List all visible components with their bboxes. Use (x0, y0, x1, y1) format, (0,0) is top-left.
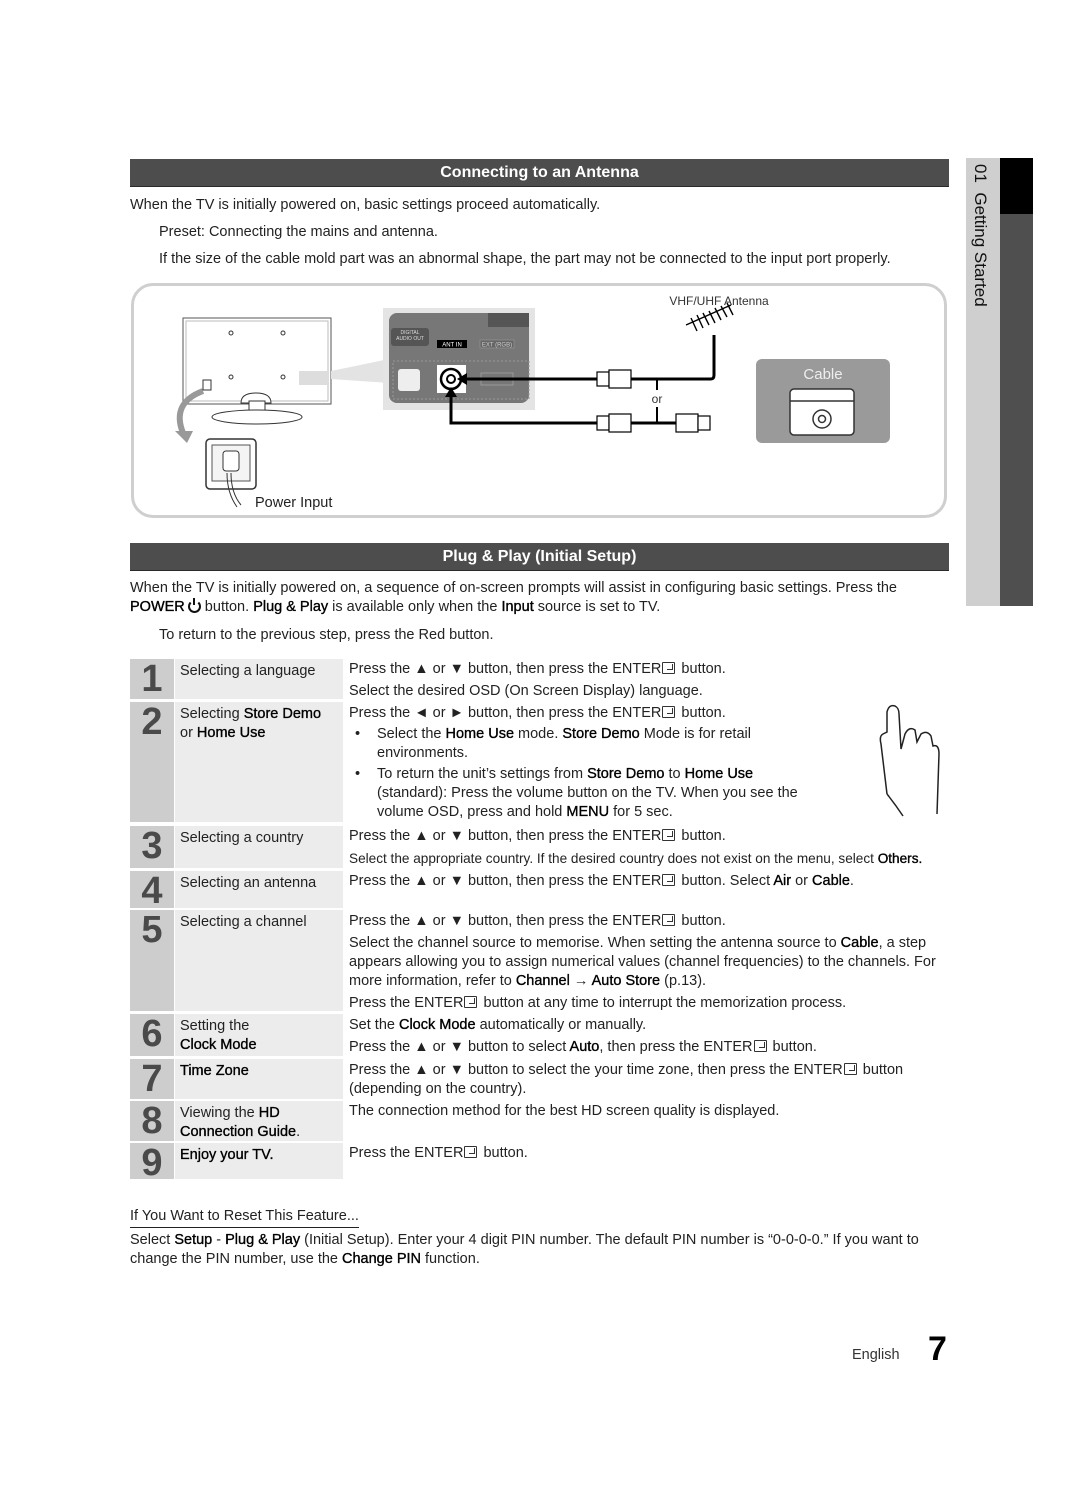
chapter-tab-dark (1000, 158, 1033, 606)
antenna-note-preset: Preset: Connecting the mains and antenna… (159, 224, 438, 240)
step-row-9: 9 Enjoy your TV. Press the ENTER button. (130, 1143, 950, 1183)
step-label: Selecting a country (175, 826, 343, 868)
step-number: 6 (130, 1014, 174, 1056)
step-description: Set the Clock Mode automatically or manu… (349, 1017, 817, 1055)
enter-icon (464, 1146, 478, 1158)
hand-pointer-icon (879, 704, 940, 817)
step-number: 8 (130, 1101, 174, 1141)
step-row-1: 1 Selecting a language Press the ▲ or ▼ … (130, 659, 950, 699)
enter-icon (753, 1040, 767, 1052)
section-heading-plug-play: Plug & Play (Initial Setup) (130, 543, 949, 571)
enter-icon (662, 829, 676, 841)
enter-icon (662, 706, 676, 718)
step-label: Selecting Store Demo or Home Use (175, 702, 343, 822)
footer-language: English (852, 1347, 900, 1363)
step-description: Press the ENTER button. (349, 1145, 528, 1161)
reset-heading: If You Want to Reset This Feature... (130, 1207, 359, 1228)
step-number: 4 (130, 871, 174, 911)
port-panel-illustration: DIGITAL AUDIO OUT ANT IN EXT (RGB) (383, 308, 535, 410)
step-label: Selecting a channel (175, 910, 343, 1011)
enter-icon (464, 996, 478, 1008)
section-heading-antenna: Connecting to an Antenna (130, 159, 949, 187)
plug-play-intro-line1: When the TV is initially powered on, a s… (130, 580, 897, 596)
step-label: Setting the Clock Mode (175, 1014, 343, 1056)
enter-icon (843, 1063, 857, 1075)
reset-text-line1: Select Setup - Plug & Play (Initial Setu… (130, 1232, 919, 1248)
tv-back-illustration (175, 317, 332, 508)
step-label: Selecting a language (175, 659, 343, 699)
svg-text:Cable: Cable (803, 366, 842, 383)
enter-icon (662, 914, 676, 926)
step-description: Press the ▲ or ▼ button, then press the … (349, 828, 923, 866)
plug-play-note: To return to the previous step, press th… (159, 627, 494, 643)
step-number: 2 (130, 702, 174, 822)
step-description: Press the ◄ or ► button, then press the … (349, 704, 798, 822)
step-number: 7 (130, 1059, 174, 1099)
step-row-3: 3 Selecting a country Press the ▲ or ▼ b… (130, 826, 950, 868)
or-label: or (652, 392, 663, 406)
step-description: Press the ▲ or ▼ button, then press the … (349, 913, 936, 1011)
step-row-6: 6 Setting the Clock Mode Set the Clock Mo… (130, 1014, 950, 1056)
step-number: 1 (130, 659, 174, 699)
power-icon (187, 598, 201, 613)
chapter-tab-marker (1000, 158, 1033, 214)
step-label: Viewing the HD Connection Guide. (175, 1101, 343, 1141)
step-row-7: 7 Time Zone Press the ▲ or ▼ button to s… (130, 1059, 950, 1099)
step-number: 5 (130, 910, 174, 1011)
enter-icon (662, 662, 676, 674)
step-number: 3 (130, 826, 174, 868)
step-label: Time Zone (175, 1059, 343, 1099)
step-label: Enjoy your TV. (175, 1143, 343, 1179)
page-number: 7 (928, 1330, 947, 1368)
step-description: Press the ▲ or ▼ button to select the yo… (349, 1062, 904, 1097)
step-row-5: 5 Selecting a channel Press the ▲ or ▼ b… (130, 910, 950, 1011)
plug-play-intro-line2: POWER button. Plug & Play is available o… (130, 598, 661, 615)
antenna-connection-diagram: DIGITAL AUDIO OUT ANT IN EXT (RGB) or VH… (131, 283, 947, 518)
step-description: Press the ▲ or ▼ button, then press the … (349, 873, 854, 889)
step-row-2: 2 Selecting Store Demo or Home Use Press … (130, 702, 950, 822)
antenna-intro: When the TV is initially powered on, bas… (130, 197, 601, 213)
chapter-title: 01 Getting Started (971, 164, 990, 307)
antenna-label: VHF/UHF Antenna (669, 294, 769, 308)
svg-text:ANT IN: ANT IN (442, 343, 462, 349)
diagram-illustration: DIGITAL AUDIO OUT ANT IN EXT (RGB) or VH… (175, 294, 890, 511)
step-number: 9 (130, 1143, 174, 1183)
svg-text:AUDIO OUT: AUDIO OUT (396, 336, 424, 342)
svg-text:EXT (RGB): EXT (RGB) (482, 343, 512, 349)
reset-text-line2: change the PIN number, use the Change PI… (130, 1251, 480, 1267)
power-input-label: Power Input (255, 495, 332, 511)
cable-outlet-icon: Cable (756, 359, 890, 443)
enter-icon (662, 874, 676, 886)
step-row-8: 8 Viewing the HD Connection Guide. The co… (130, 1101, 950, 1141)
step-row-4: 4 Selecting an antenna Press the ▲ or ▼ … (130, 871, 950, 911)
step-description: Press the ▲ or ▼ button, then press the … (349, 661, 726, 699)
antenna-note-cable-mold: If the size of the cable mold part was a… (159, 251, 891, 267)
step-description: The connection method for the best HD sc… (349, 1103, 780, 1119)
step-label: Selecting an antenna (175, 871, 343, 908)
